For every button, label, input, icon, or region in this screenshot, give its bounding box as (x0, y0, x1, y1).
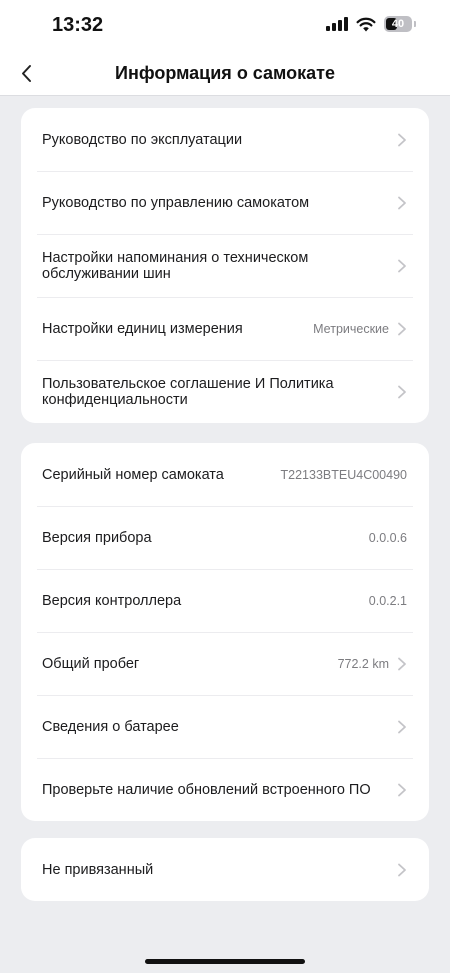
chevron-right-icon (398, 196, 406, 209)
chevron-right-icon (398, 863, 406, 876)
row-units-settings[interactable]: Настройки единиц измерения Метрические (21, 297, 429, 360)
row-label: Общий пробег (42, 655, 140, 672)
row-user-agreement-privacy[interactable]: Пользовательское соглашение И Политика к… (21, 360, 429, 423)
row-tire-maintenance-reminder[interactable]: Настройки напоминания о техническом обсл… (21, 234, 429, 297)
controller-version-value: 0.0.2.1 (368, 593, 407, 608)
row-serial-number: Серийный номер самоката T22133BTEU4C0049… (21, 443, 429, 506)
status-bar: 13:32 40 (0, 0, 450, 54)
settings-card-info: Руководство по эксплуатации Руководство … (21, 108, 429, 423)
settings-card-binding: Не привязанный (21, 838, 429, 901)
chevron-right-icon (398, 783, 406, 796)
navigation-bar: Информация о самокате (0, 54, 450, 96)
chevron-right-icon (398, 385, 406, 398)
chevron-right-icon (398, 322, 406, 335)
row-label: Пользовательское соглашение И Политика к… (42, 375, 334, 408)
row-label: Сведения о батарее (42, 718, 179, 735)
total-mileage-value: 772.2 km (337, 656, 389, 671)
dashboard-version-value: 0.0.0.6 (368, 530, 407, 545)
row-total-mileage[interactable]: Общий пробег 772.2 km (21, 632, 429, 695)
serial-number-value: T22133BTEU4C00490 (280, 467, 407, 482)
page-title: Информация о самокате (115, 63, 335, 83)
battery-icon: 40 (384, 16, 412, 32)
battery-level: 40 (391, 18, 405, 30)
row-label: Версия прибора (42, 529, 152, 546)
chevron-right-icon (398, 259, 406, 272)
row-battery-info[interactable]: Сведения о батарее (21, 695, 429, 758)
row-label: Руководство по управлению самокатом (42, 194, 310, 211)
row-dashboard-version: Версия прибора 0.0.0.6 (21, 506, 429, 569)
row-firmware-update[interactable]: Проверьте наличие обновлений встроенного… (21, 758, 429, 821)
row-label: Настройки единиц измерения (42, 320, 243, 337)
row-value: Метрические (313, 321, 389, 336)
settings-card-device: Серийный номер самоката T22133BTEU4C0049… (21, 443, 429, 821)
chevron-right-icon (398, 133, 406, 146)
row-label: Проверьте наличие обновлений встроенного… (42, 781, 371, 798)
row-user-manual[interactable]: Руководство по эксплуатации (21, 108, 429, 171)
row-controller-version: Версия контроллера 0.0.2.1 (21, 569, 429, 632)
chevron-right-icon (398, 720, 406, 733)
status-icons: 40 (326, 16, 416, 32)
status-time: 13:32 (52, 14, 104, 36)
row-label: Руководство по эксплуатации (42, 131, 243, 148)
row-label: Настройки напоминания о техническом обсл… (42, 249, 309, 282)
row-unbind[interactable]: Не привязанный (21, 838, 429, 901)
row-label: Серийный номер самоката (42, 466, 224, 483)
row-label: Версия контроллера (42, 592, 182, 609)
wifi-icon (356, 17, 376, 31)
row-riding-guide[interactable]: Руководство по управлению самокатом (21, 171, 429, 234)
home-indicator (145, 959, 305, 964)
chevron-right-icon (398, 657, 406, 670)
row-label: Не привязанный (42, 861, 154, 878)
cellular-signal-icon (326, 17, 348, 31)
